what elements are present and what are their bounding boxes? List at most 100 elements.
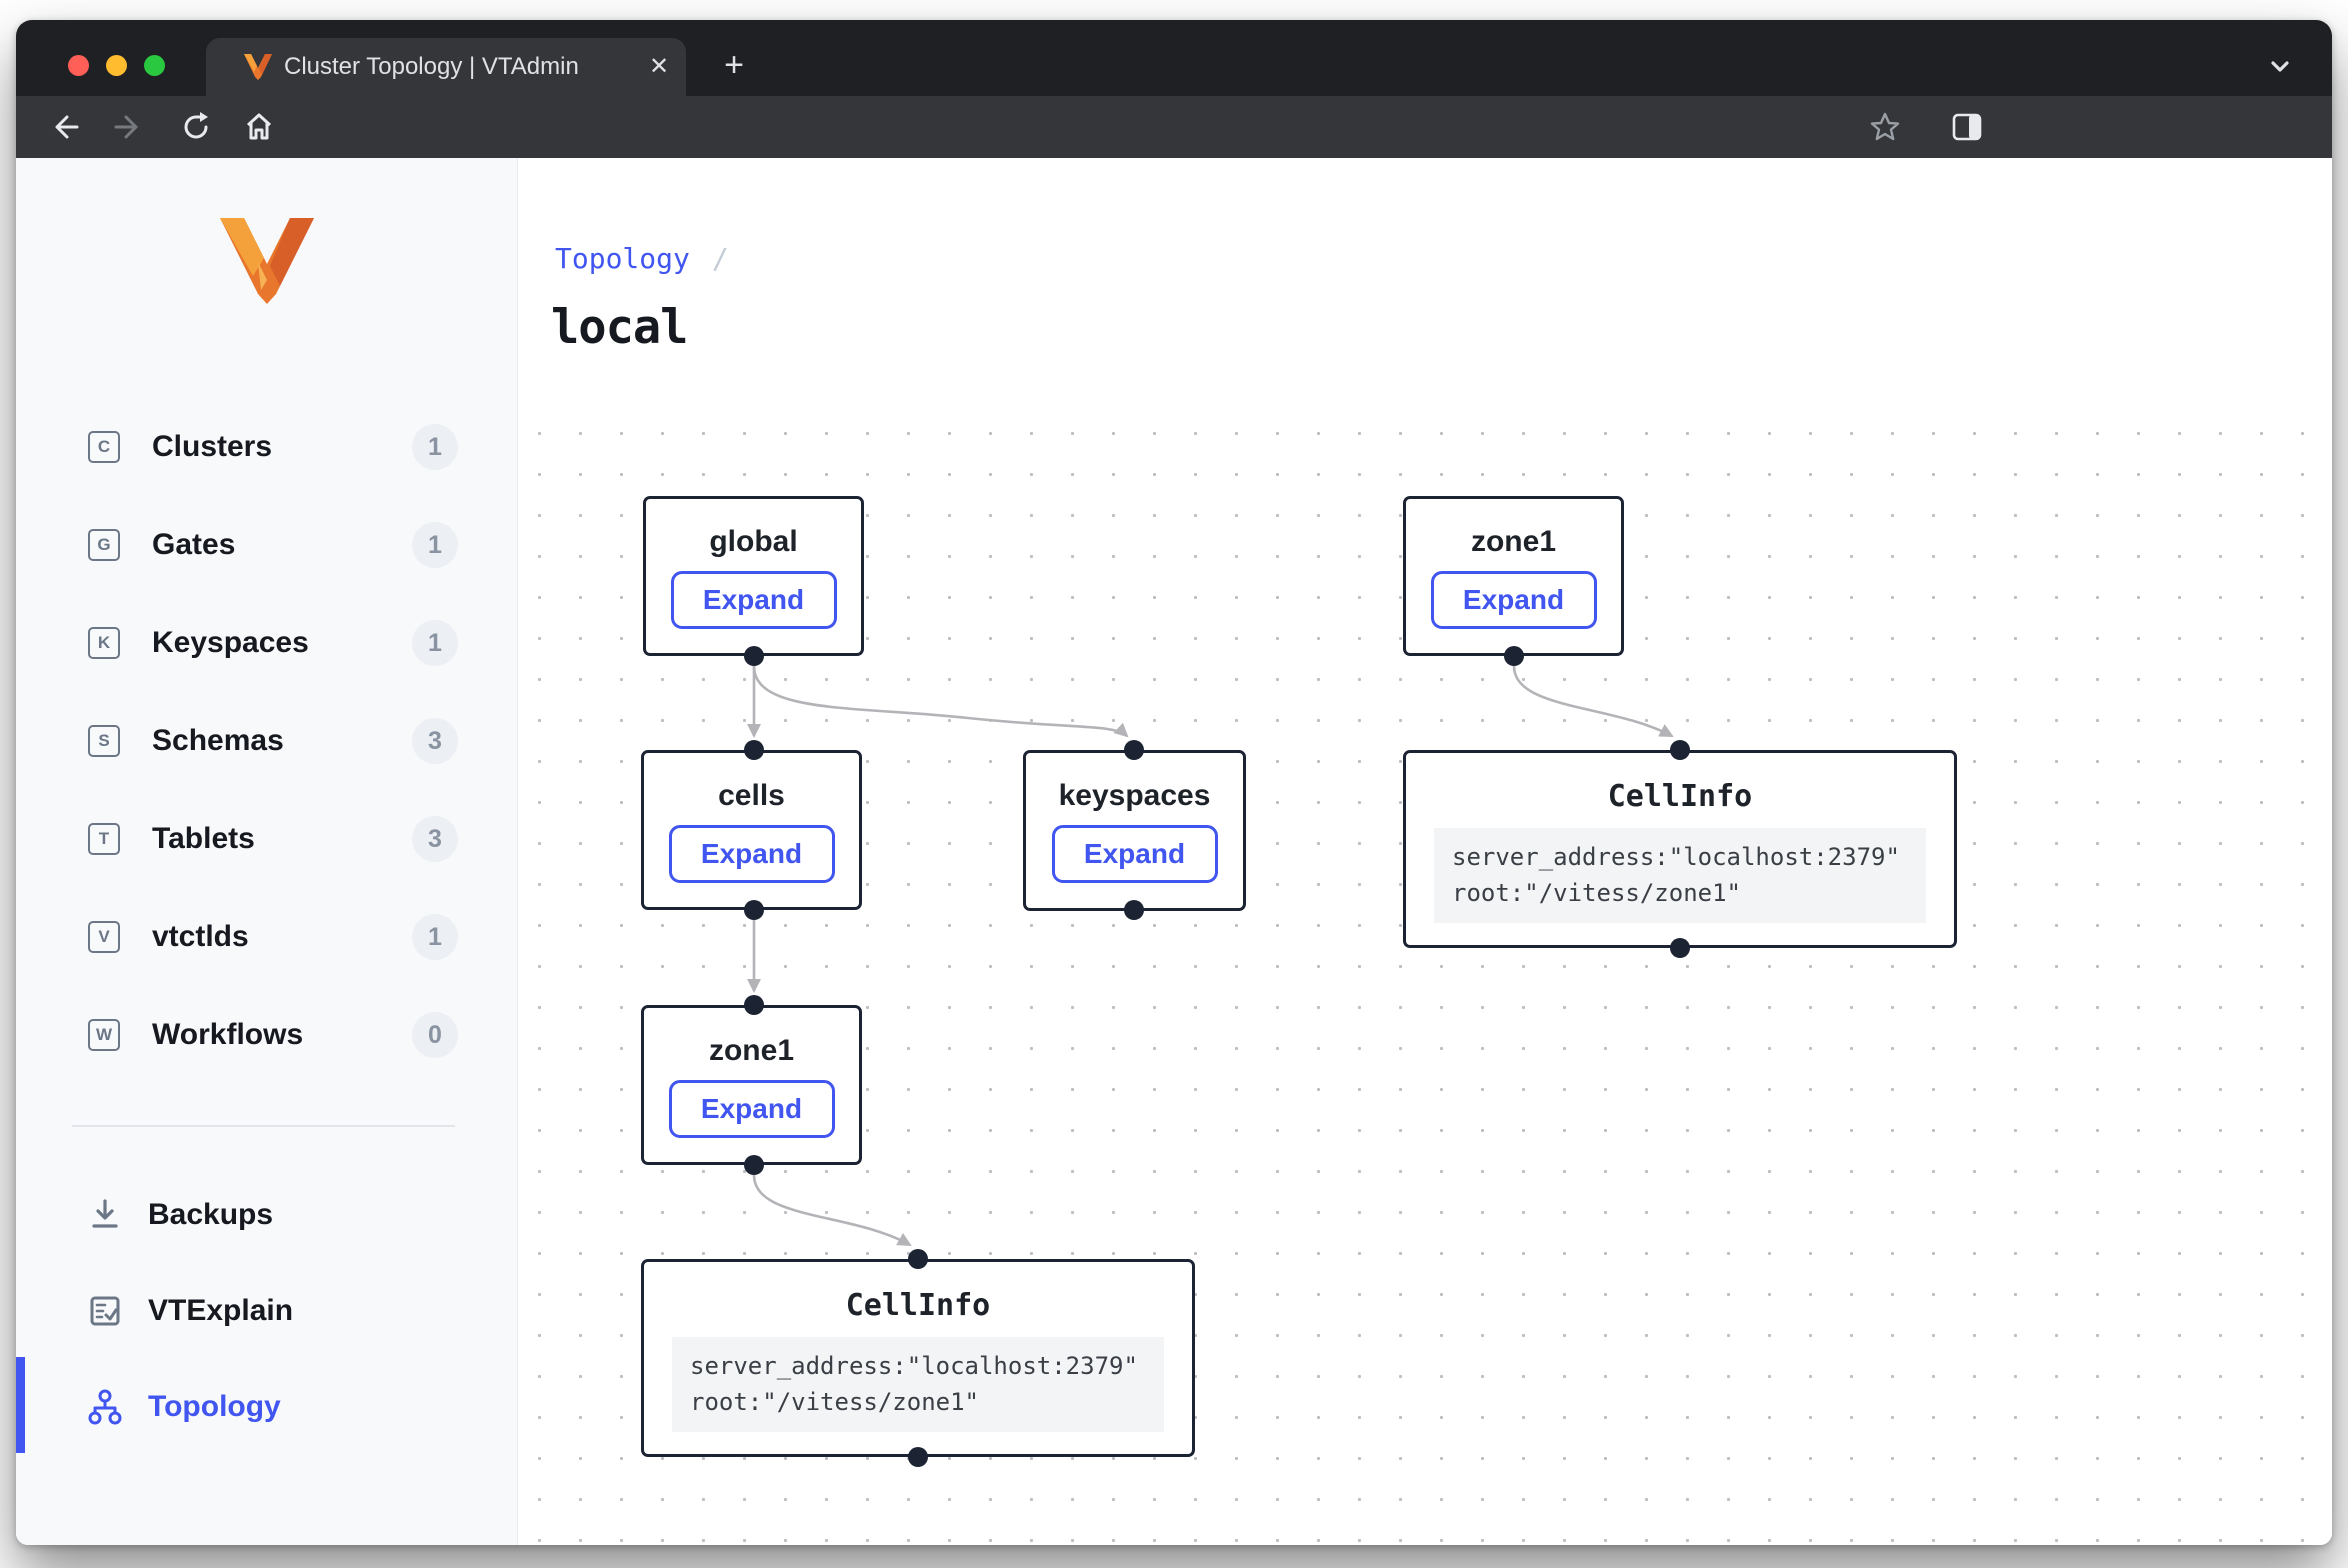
code-line: root:"/vitess/zone1" <box>1452 876 1908 912</box>
close-window-button[interactable] <box>68 55 89 76</box>
forward-icon[interactable] <box>113 96 147 158</box>
home-icon[interactable] <box>242 96 276 158</box>
node-cellinfo-zone1-lower: CellInfo server_address:"localhost:2379"… <box>641 1259 1195 1457</box>
node-title: cells <box>644 779 859 813</box>
tab-title: Cluster Topology | VTAdmin <box>284 38 579 96</box>
zoom-window-button[interactable] <box>144 55 165 76</box>
node-title: global <box>646 525 861 559</box>
tab-close-icon[interactable]: ✕ <box>644 52 674 82</box>
expand-button[interactable]: Expand <box>1052 825 1218 883</box>
keyspaces-letter-icon: K <box>88 627 120 659</box>
node-title: CellInfo <box>1406 779 1954 814</box>
port <box>744 1155 764 1175</box>
schemas-letter-icon: S <box>88 725 120 757</box>
app-content: C Clusters 1 G Gates 1 K Keyspaces 1 <box>16 158 2332 1545</box>
port <box>744 646 764 666</box>
port <box>1124 740 1144 760</box>
vitess-favicon-icon <box>244 54 272 80</box>
node-zone1-root: zone1 Expand <box>1403 496 1624 656</box>
sidebar-item-label: Keyspaces <box>152 626 309 660</box>
minimize-window-button[interactable] <box>106 55 127 76</box>
clusters-letter-icon: C <box>88 431 120 463</box>
node-title: CellInfo <box>644 1288 1192 1323</box>
sidebar-secondary-nav: Backups VTExplain Topology <box>16 1167 517 1455</box>
expand-button[interactable]: Expand <box>669 1080 835 1138</box>
new-tab-button[interactable]: + <box>715 47 753 85</box>
node-cells: cells Expand <box>641 750 862 910</box>
reload-icon[interactable] <box>179 96 213 158</box>
sidebar-item-label: Backups <box>148 1198 273 1232</box>
port <box>744 740 764 760</box>
download-icon <box>86 1196 124 1234</box>
side-panel-icon[interactable] <box>1950 96 1984 158</box>
port <box>1504 646 1524 666</box>
port <box>1670 740 1690 760</box>
active-nav-indicator <box>16 1357 25 1453</box>
sidebar-item-label: Workflows <box>152 1018 303 1052</box>
browser-tab[interactable]: Cluster Topology | VTAdmin ✕ <box>206 38 686 96</box>
sidebar-item-label: vtctlds <box>152 920 249 954</box>
count-badge: 1 <box>412 424 458 470</box>
count-badge: 1 <box>412 914 458 960</box>
screenshot-stage: Cluster Topology | VTAdmin ✕ + <box>0 0 2348 1568</box>
tab-strip: Cluster Topology | VTAdmin ✕ + <box>16 20 2332 96</box>
sidebar-divider <box>72 1125 455 1127</box>
sidebar-item-keyspaces[interactable]: K Keyspaces 1 <box>16 594 517 692</box>
sidebar-primary-nav: C Clusters 1 G Gates 1 K Keyspaces 1 <box>16 398 517 1084</box>
count-badge: 3 <box>412 816 458 862</box>
back-icon[interactable] <box>46 96 80 158</box>
count-badge: 1 <box>412 620 458 666</box>
sidebar-item-clusters[interactable]: C Clusters 1 <box>16 398 517 496</box>
port <box>1124 900 1144 920</box>
count-badge: 0 <box>412 1012 458 1058</box>
sidebar: C Clusters 1 G Gates 1 K Keyspaces 1 <box>16 158 518 1545</box>
sidebar-item-vtexplain[interactable]: VTExplain <box>16 1263 517 1359</box>
port <box>744 995 764 1015</box>
sidebar-item-schemas[interactable]: S Schemas 3 <box>16 692 517 790</box>
sidebar-item-vtctlds[interactable]: V vtctlds 1 <box>16 888 517 986</box>
count-badge: 1 <box>412 522 458 568</box>
sidebar-item-label: VTExplain <box>148 1294 293 1328</box>
sidebar-item-backups[interactable]: Backups <box>16 1167 517 1263</box>
node-zone1-cell: zone1 Expand <box>641 1005 862 1165</box>
vitess-logo <box>220 218 314 304</box>
sidebar-item-label: Clusters <box>152 430 272 464</box>
cellinfo-code: server_address:"localhost:2379" root:"/v… <box>1434 828 1926 923</box>
node-title: zone1 <box>1406 525 1621 559</box>
document-check-icon <box>86 1292 124 1330</box>
sidebar-item-label: Schemas <box>152 724 284 758</box>
sidebar-item-label: Tablets <box>152 822 255 856</box>
cellinfo-code: server_address:"localhost:2379" root:"/v… <box>672 1337 1164 1432</box>
port <box>744 900 764 920</box>
port <box>908 1447 928 1467</box>
bookmark-star-icon[interactable] <box>1868 96 1902 158</box>
node-global: global Expand <box>643 496 864 656</box>
node-cellinfo-zone1: CellInfo server_address:"localhost:2379"… <box>1403 750 1957 948</box>
port <box>1670 938 1690 958</box>
topology-icon <box>86 1388 124 1426</box>
sidebar-item-workflows[interactable]: W Workflows 0 <box>16 986 517 1084</box>
node-keyspaces: keyspaces Expand <box>1023 750 1246 911</box>
expand-button[interactable]: Expand <box>1431 571 1597 629</box>
sidebar-item-gates[interactable]: G Gates 1 <box>16 496 517 594</box>
browser-window: Cluster Topology | VTAdmin ✕ + <box>16 20 2332 1545</box>
code-line: root:"/vitess/zone1" <box>690 1385 1146 1421</box>
tablets-letter-icon: T <box>88 823 120 855</box>
expand-button[interactable]: Expand <box>671 571 837 629</box>
sidebar-item-label: Topology <box>148 1390 281 1424</box>
code-line: server_address:"localhost:2379" <box>690 1349 1146 1385</box>
tab-search-chevron-icon[interactable] <box>2264 50 2296 82</box>
sidebar-item-label: Gates <box>152 528 235 562</box>
vtctlds-letter-icon: V <box>88 921 120 953</box>
expand-button[interactable]: Expand <box>669 825 835 883</box>
workflows-letter-icon: W <box>88 1019 120 1051</box>
gates-letter-icon: G <box>88 529 120 561</box>
sidebar-item-topology[interactable]: Topology <box>16 1359 517 1455</box>
sidebar-item-tablets[interactable]: T Tablets 3 <box>16 790 517 888</box>
topology-page: Topology / local <box>518 158 2332 1545</box>
browser-toolbar: localhost:14201/topology/local <box>16 96 2332 158</box>
count-badge: 3 <box>412 718 458 764</box>
node-title: zone1 <box>644 1034 859 1068</box>
port <box>908 1249 928 1269</box>
code-line: server_address:"localhost:2379" <box>1452 840 1908 876</box>
